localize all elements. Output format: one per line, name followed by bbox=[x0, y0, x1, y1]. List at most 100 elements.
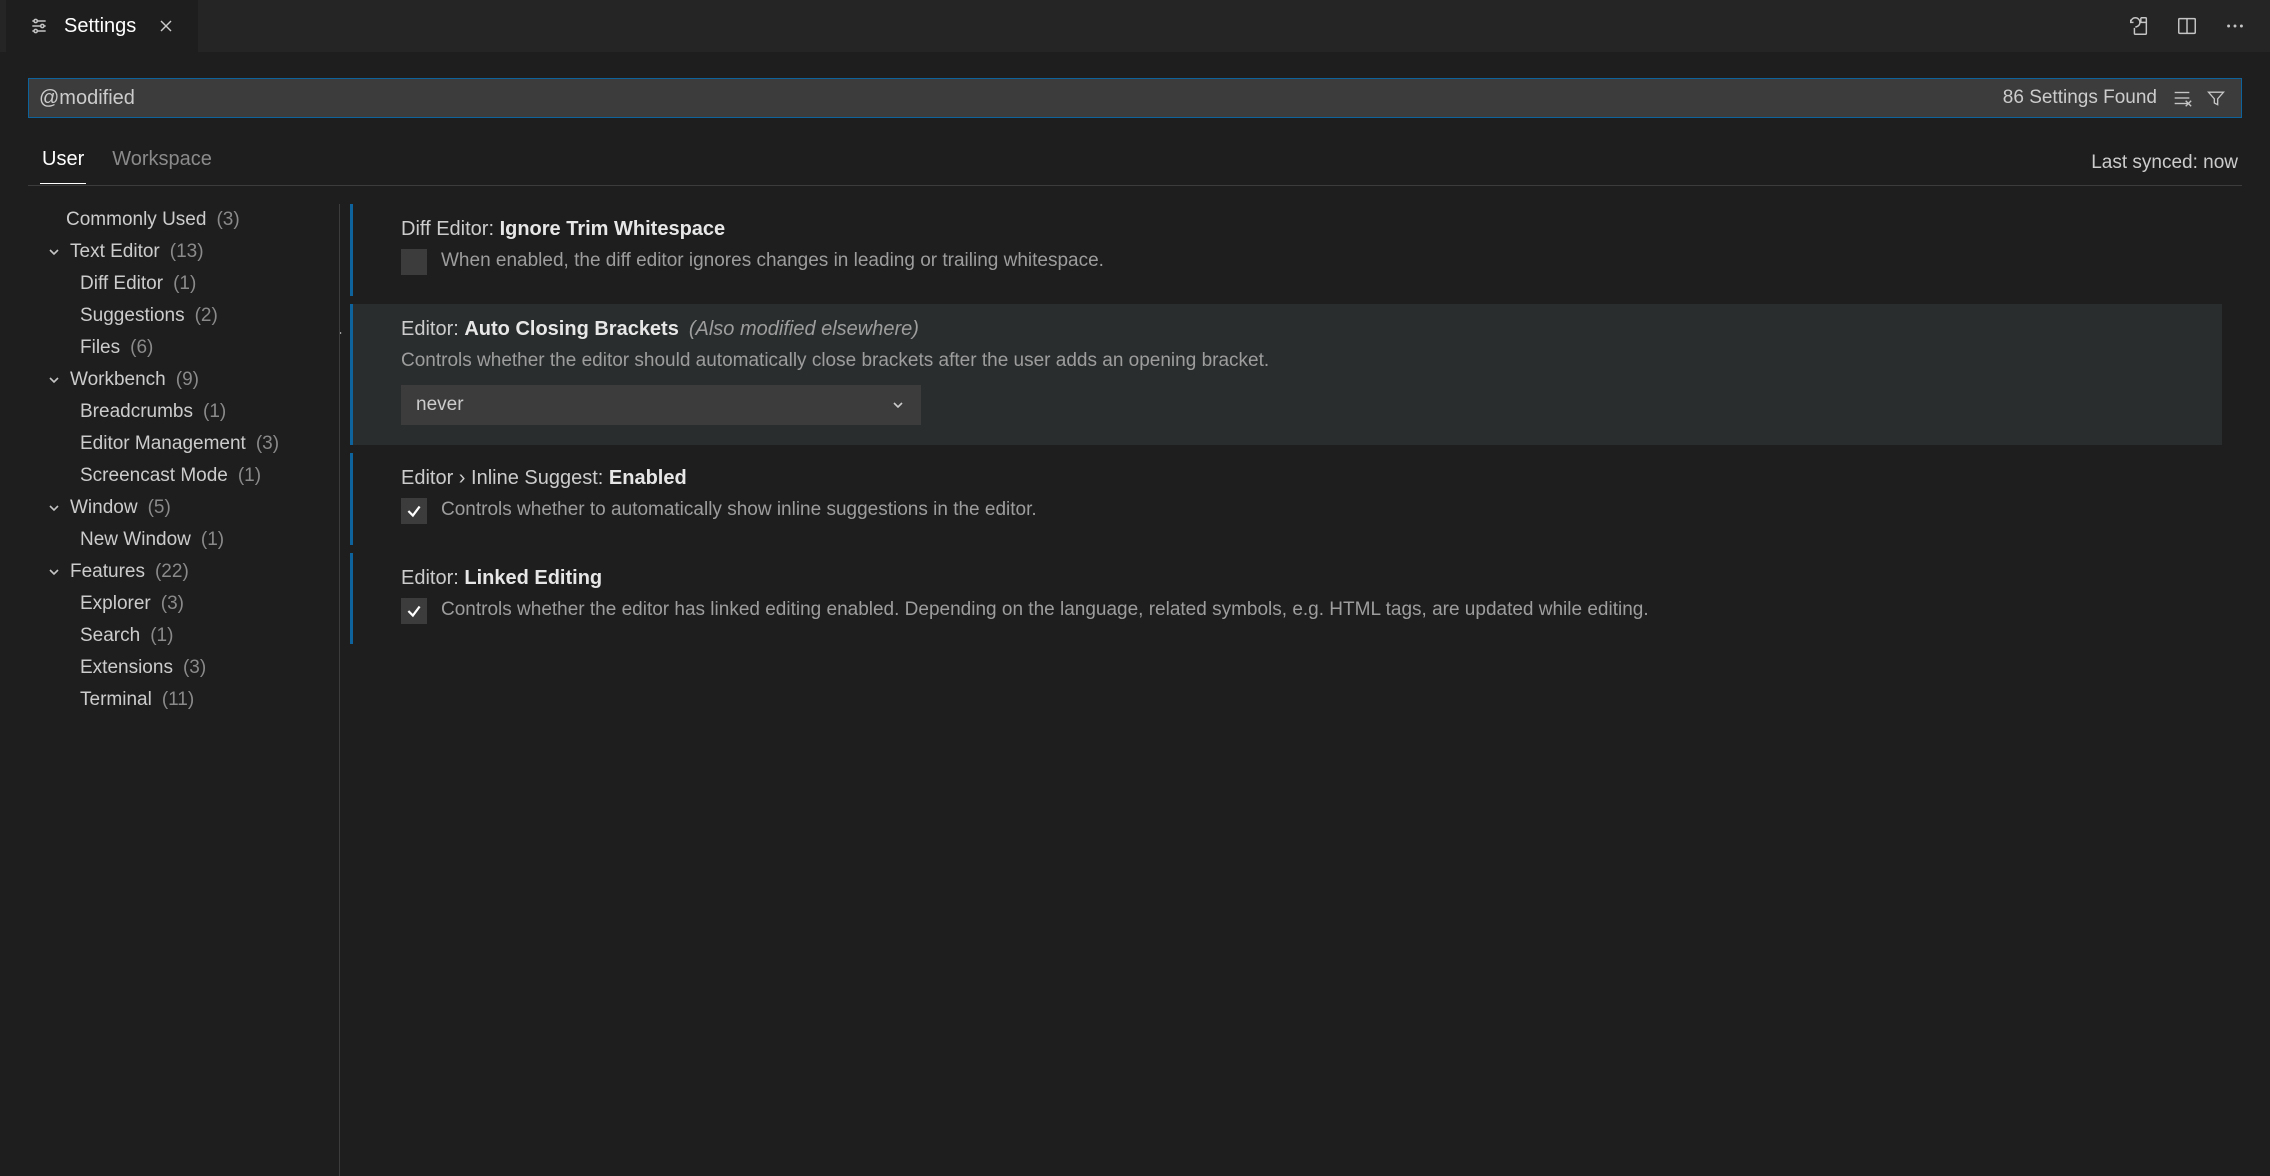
chevron-down-icon bbox=[44, 242, 64, 262]
toc-item-breadcrumbs[interactable]: Breadcrumbs (1) bbox=[40, 396, 339, 428]
toc-count: (1) bbox=[150, 625, 173, 647]
setting-name: Ignore Trim Whitespace bbox=[500, 218, 726, 240]
setting-scope-note: (Also modified elsewhere) bbox=[689, 318, 919, 340]
setting-name: Auto Closing Brackets bbox=[464, 318, 678, 340]
toc-count: (3) bbox=[183, 657, 206, 679]
toc-count: (2) bbox=[195, 305, 218, 327]
setting-category: Editor › Inline Suggest: bbox=[401, 467, 609, 489]
toc-count: (6) bbox=[130, 337, 153, 359]
toc-label: Editor Management bbox=[80, 433, 246, 455]
clear-search-icon[interactable] bbox=[2167, 83, 2197, 113]
toc-count: (3) bbox=[256, 433, 279, 455]
setting-checkbox[interactable] bbox=[401, 598, 427, 624]
toc-item-new-window[interactable]: New Window (1) bbox=[40, 524, 339, 556]
toc-count: (1) bbox=[238, 465, 261, 487]
toc-item-search[interactable]: Search (1) bbox=[40, 620, 339, 652]
toc-label: New Window bbox=[80, 529, 191, 551]
settings-search-box: 86 Settings Found bbox=[28, 78, 2242, 118]
setting-item[interactable]: Diff Editor: Ignore Trim WhitespaceWhen … bbox=[350, 204, 2222, 296]
toc-label: Extensions bbox=[80, 657, 173, 679]
setting-title: Editor: Linked Editing bbox=[401, 567, 2204, 590]
toc-item-workbench[interactable]: Workbench (9) bbox=[40, 364, 339, 396]
toc-label: Files bbox=[80, 337, 120, 359]
scope-tab-user[interactable]: User bbox=[40, 142, 86, 184]
tab-settings[interactable]: Settings bbox=[6, 0, 198, 52]
setting-title: Editor › Inline Suggest: Enabled bbox=[401, 467, 2204, 490]
toc-item-window[interactable]: Window (5) bbox=[40, 492, 339, 524]
toc-item-files[interactable]: Files (6) bbox=[40, 332, 339, 364]
setting-category: Editor: bbox=[401, 567, 464, 589]
toc-item-extensions[interactable]: Extensions (3) bbox=[40, 652, 339, 684]
toc-count: (11) bbox=[162, 689, 194, 711]
toc-count: (22) bbox=[155, 561, 189, 583]
settings-list: Diff Editor: Ignore Trim WhitespaceWhen … bbox=[340, 204, 2246, 1176]
tab-bar: Settings bbox=[0, 0, 2270, 52]
toc-count: (13) bbox=[170, 241, 204, 263]
tab-title: Settings bbox=[64, 15, 136, 38]
toc-label: Features bbox=[70, 561, 145, 583]
settings-scope-row: User Workspace Last synced: now bbox=[0, 128, 2270, 185]
toc-item-text-editor[interactable]: Text Editor (13) bbox=[40, 236, 339, 268]
toc-item-editor-management[interactable]: Editor Management (3) bbox=[40, 428, 339, 460]
setting-checkbox[interactable] bbox=[401, 498, 427, 524]
gear-icon[interactable] bbox=[340, 318, 347, 348]
chevron-down-icon bbox=[890, 397, 906, 413]
toc-item-terminal[interactable]: Terminal (11) bbox=[40, 684, 339, 716]
setting-name: Linked Editing bbox=[464, 567, 602, 589]
toc-label: Screencast Mode bbox=[80, 465, 228, 487]
settings-toc: Commonly Used (3) Text Editor (13) Diff Edit… bbox=[40, 204, 340, 1176]
setting-category: Diff Editor: bbox=[401, 218, 500, 240]
settings-search-input[interactable] bbox=[39, 87, 2003, 110]
settings-found-count: 86 Settings Found bbox=[2003, 87, 2167, 109]
filter-icon[interactable] bbox=[2201, 83, 2231, 113]
tabbar-actions bbox=[2124, 11, 2264, 41]
toc-item-features[interactable]: Features (22) bbox=[40, 556, 339, 588]
setting-checkbox[interactable] bbox=[401, 249, 427, 275]
scope-tab-workspace[interactable]: Workspace bbox=[110, 142, 214, 184]
toc-item-suggestions[interactable]: Suggestions (2) bbox=[40, 300, 339, 332]
toc-label: Commonly Used bbox=[66, 209, 206, 231]
sync-status[interactable]: Last synced: now bbox=[2091, 152, 2242, 174]
toc-count: (3) bbox=[216, 209, 239, 231]
toc-label: Window bbox=[70, 497, 138, 519]
setting-item[interactable]: Editor › Inline Suggest: Enabled Controls… bbox=[350, 453, 2222, 545]
split-editor-icon[interactable] bbox=[2172, 11, 2202, 41]
toc-count: (5) bbox=[148, 497, 171, 519]
more-actions-icon[interactable] bbox=[2220, 11, 2250, 41]
toc-label: Workbench bbox=[70, 369, 166, 391]
setting-description: Controls whether the editor should autom… bbox=[401, 347, 2204, 376]
chevron-down-icon bbox=[44, 498, 64, 518]
toc-label: Text Editor bbox=[70, 241, 160, 263]
chevron-down-icon bbox=[44, 370, 64, 390]
setting-title: Diff Editor: Ignore Trim Whitespace bbox=[401, 218, 2204, 241]
toc-label: Search bbox=[80, 625, 140, 647]
toc-item-explorer[interactable]: Explorer (3) bbox=[40, 588, 339, 620]
setting-name: Enabled bbox=[609, 467, 687, 489]
open-settings-json-icon[interactable] bbox=[2124, 11, 2154, 41]
settings-search-row: 86 Settings Found bbox=[0, 52, 2270, 128]
chevron-down-icon bbox=[44, 562, 64, 582]
toc-label: Breadcrumbs bbox=[80, 401, 193, 423]
toc-count: (3) bbox=[161, 593, 184, 615]
toc-count: (1) bbox=[203, 401, 226, 423]
setting-description: Controls whether to automatically show i… bbox=[441, 496, 1037, 525]
toc-item-screencast-mode[interactable]: Screencast Mode (1) bbox=[40, 460, 339, 492]
tab-close-button[interactable] bbox=[152, 12, 180, 40]
toc-label: Diff Editor bbox=[80, 273, 163, 295]
toc-count: (1) bbox=[173, 273, 196, 295]
setting-select[interactable]: never bbox=[401, 385, 921, 425]
toc-label: Suggestions bbox=[80, 305, 185, 327]
settings-icon bbox=[24, 11, 54, 41]
select-value: never bbox=[416, 394, 464, 416]
toc-label: Explorer bbox=[80, 593, 151, 615]
setting-item[interactable]: Editor: Linked Editing Controls whether t… bbox=[350, 553, 2222, 645]
toc-count: (9) bbox=[176, 369, 199, 391]
setting-title: Editor: Auto Closing Brackets (Also modif… bbox=[401, 318, 2204, 341]
setting-item[interactable]: Editor: Auto Closing Brackets (Also modif… bbox=[350, 304, 2222, 446]
toc-item-diff-editor[interactable]: Diff Editor (1) bbox=[40, 268, 339, 300]
setting-category: Editor: bbox=[401, 318, 464, 340]
setting-description: Controls whether the editor has linked e… bbox=[441, 596, 1649, 625]
toc-item-commonly-used[interactable]: Commonly Used (3) bbox=[40, 204, 339, 236]
toc-label: Terminal bbox=[80, 689, 152, 711]
toc-count: (1) bbox=[201, 529, 224, 551]
